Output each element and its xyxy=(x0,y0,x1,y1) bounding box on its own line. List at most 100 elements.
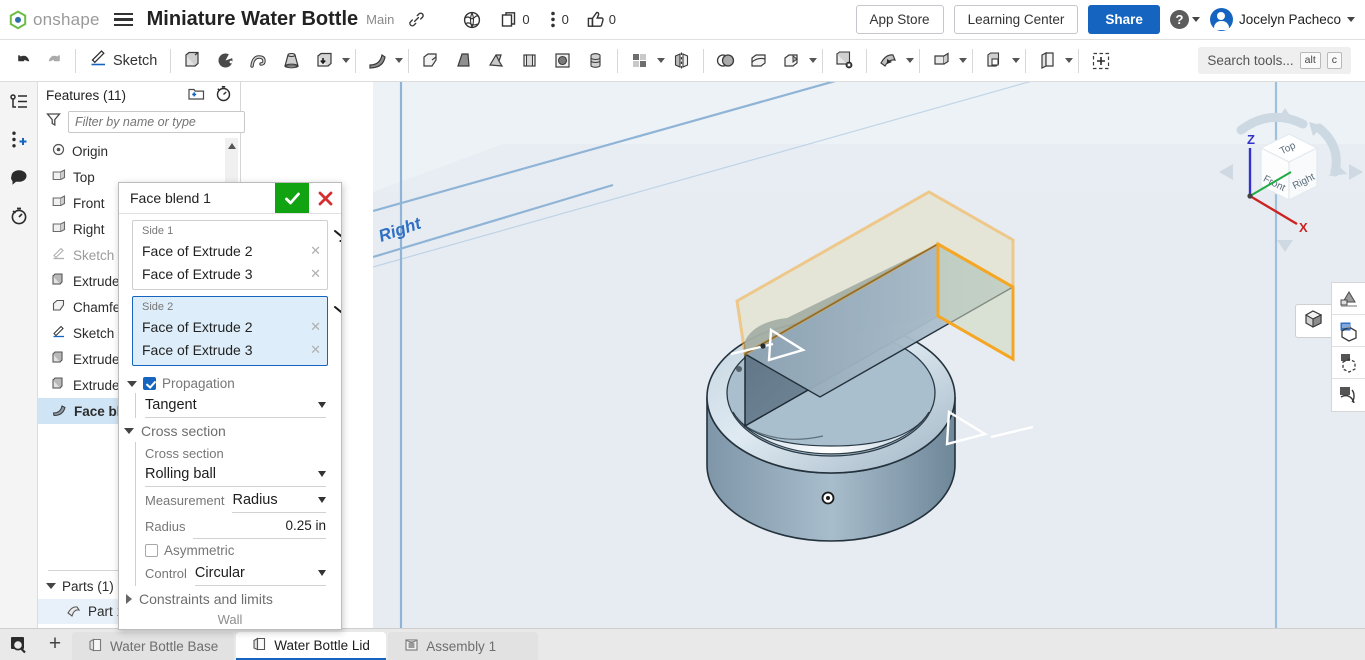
hole-icon[interactable] xyxy=(546,44,579,78)
new-folder-icon[interactable] xyxy=(188,86,205,106)
remove-x-icon[interactable]: ✕ xyxy=(310,266,321,282)
hamburger-menu-icon[interactable] xyxy=(113,12,133,27)
tab-assembly-1[interactable]: Assembly 1 xyxy=(388,632,539,660)
app-store-button[interactable]: App Store xyxy=(855,5,944,34)
boolean-icon[interactable] xyxy=(709,44,742,78)
chevron-down-icon[interactable] xyxy=(809,58,818,63)
revolve-icon[interactable] xyxy=(209,44,242,78)
shell-icon[interactable] xyxy=(513,44,546,78)
sketch-button[interactable]: Sketch xyxy=(81,49,165,73)
assembly-tab-icon xyxy=(404,638,419,655)
tab-water-bottle-base[interactable]: Water Bottle Base xyxy=(72,632,235,660)
remove-x-icon[interactable]: ✕ xyxy=(310,342,321,358)
scroll-up-arrow-icon[interactable] xyxy=(227,143,236,149)
learning-center-button[interactable]: Learning Center xyxy=(953,5,1079,34)
plane-icon[interactable] xyxy=(925,44,958,78)
side1-selection-box[interactable]: Side 1 Face of Extrude 2 ✕ Face of Extru… xyxy=(132,220,328,290)
rib-icon[interactable] xyxy=(480,44,513,78)
rollback-timer-icon[interactable] xyxy=(215,85,232,107)
side1-item[interactable]: Face of Extrude 3 ✕ xyxy=(133,262,327,285)
chevron-down-icon[interactable] xyxy=(1065,58,1074,63)
extrude-icon[interactable] xyxy=(176,44,209,78)
move-face-icon[interactable] xyxy=(872,44,905,78)
side1-caption: Side 1 xyxy=(142,225,174,237)
transform-icon[interactable] xyxy=(775,44,808,78)
comments-icon[interactable] xyxy=(9,168,29,188)
remove-x-icon[interactable]: ✕ xyxy=(310,319,321,335)
chevron-down-icon[interactable] xyxy=(395,58,404,63)
loft-icon[interactable] xyxy=(275,44,308,78)
radius-input[interactable]: 0.25 in xyxy=(193,514,326,539)
control-dropdown[interactable]: Circular xyxy=(194,561,326,586)
remove-x-icon[interactable]: ✕ xyxy=(310,243,321,259)
user-menu[interactable]: Jocelyn Pacheco xyxy=(1209,8,1355,31)
tree-item-origin[interactable]: Origin xyxy=(38,138,240,164)
tab-water-bottle-lid[interactable]: Water Bottle Lid xyxy=(236,632,387,660)
appearance-icon[interactable] xyxy=(1332,283,1365,315)
chevron-down-icon[interactable] xyxy=(127,380,137,387)
asymmetric-checkbox[interactable] xyxy=(145,544,158,557)
mirror-icon[interactable] xyxy=(665,44,698,78)
part-studio-icon[interactable] xyxy=(1031,44,1064,78)
view-cube[interactable]: Top Front Right Z X xyxy=(1211,100,1363,252)
side2-item-label: Face of Extrude 3 xyxy=(142,341,253,358)
help-menu[interactable]: ? xyxy=(1169,10,1200,29)
propagation-row[interactable]: Propagation xyxy=(119,372,341,393)
feature-list-icon[interactable] xyxy=(9,92,29,112)
sweep-icon[interactable] xyxy=(242,44,275,78)
pattern-icon[interactable] xyxy=(623,44,656,78)
cross-section-dropdown[interactable]: Rolling ball xyxy=(145,462,326,487)
chevron-down-icon[interactable] xyxy=(906,58,915,63)
shortcut-alt: alt xyxy=(1299,52,1321,69)
side2-item[interactable]: Face of Extrude 2 ✕ xyxy=(133,315,327,338)
split-icon[interactable] xyxy=(742,44,775,78)
onshape-logo[interactable]: onshape xyxy=(8,10,100,30)
chevron-down-icon[interactable] xyxy=(1012,58,1021,63)
add-version-icon[interactable] xyxy=(9,130,29,150)
side2-flip-direction-arrow-icon[interactable] xyxy=(332,304,341,328)
side1-flip-direction-arrow-icon[interactable] xyxy=(332,228,341,252)
funnel-filter-icon[interactable] xyxy=(46,112,61,132)
globe-icon[interactable] xyxy=(463,11,481,29)
side2-selection-box[interactable]: Side 2 Face of Extrude 2 ✕ Face of Extru… xyxy=(132,296,328,366)
thicken-icon[interactable] xyxy=(308,44,341,78)
side1-item[interactable]: Face of Extrude 2 ✕ xyxy=(133,239,327,262)
fillet-icon[interactable] xyxy=(361,44,394,78)
insert-icon[interactable] xyxy=(1084,44,1118,78)
tree-item-label: Front xyxy=(73,195,105,211)
features-filter-input[interactable] xyxy=(68,111,245,133)
measure-icon[interactable] xyxy=(1332,379,1365,411)
draft-icon[interactable] xyxy=(447,44,480,78)
asymmetric-row[interactable]: Asymmetric xyxy=(145,539,341,560)
explode-view-icon[interactable] xyxy=(1332,347,1365,379)
side2-item-label: Face of Extrude 2 xyxy=(142,318,253,335)
search-tools-input[interactable]: Search tools... alt c xyxy=(1198,47,1351,74)
undo-button[interactable] xyxy=(8,44,39,78)
chevron-down-icon[interactable] xyxy=(342,58,351,63)
dialog-accept-button[interactable] xyxy=(275,183,309,213)
link-icon[interactable] xyxy=(408,11,425,28)
chamfer-icon[interactable] xyxy=(414,44,447,78)
copies-icon[interactable] xyxy=(501,11,518,28)
section-view-icon[interactable] xyxy=(1332,315,1365,347)
propagation-checkbox[interactable] xyxy=(143,377,156,390)
share-button[interactable]: Share xyxy=(1088,5,1160,34)
constraints-section-header[interactable]: Constraints and limits xyxy=(119,586,341,610)
versions-icon[interactable] xyxy=(548,11,558,28)
history-icon[interactable] xyxy=(9,206,29,226)
delete-face-icon[interactable] xyxy=(828,44,861,78)
chevron-down-icon[interactable] xyxy=(657,58,666,63)
thread-icon[interactable] xyxy=(579,44,612,78)
derive-icon[interactable] xyxy=(978,44,1011,78)
cross-section-section-header[interactable]: Cross section xyxy=(119,418,341,442)
side2-item[interactable]: Face of Extrude 3 ✕ xyxy=(133,338,327,361)
propagation-dropdown[interactable]: Tangent xyxy=(145,393,326,418)
3d-viewport[interactable]: Right Top Front Right Z X xyxy=(373,82,1365,628)
redo-button[interactable] xyxy=(39,44,70,78)
add-tab-button[interactable]: + xyxy=(38,628,72,660)
thumbs-up-icon[interactable] xyxy=(587,11,605,28)
dialog-cancel-button[interactable] xyxy=(309,183,341,213)
measurement-dropdown[interactable]: Radius xyxy=(232,488,326,513)
chevron-down-icon[interactable] xyxy=(959,58,968,63)
tab-search-icon[interactable] xyxy=(0,628,38,660)
